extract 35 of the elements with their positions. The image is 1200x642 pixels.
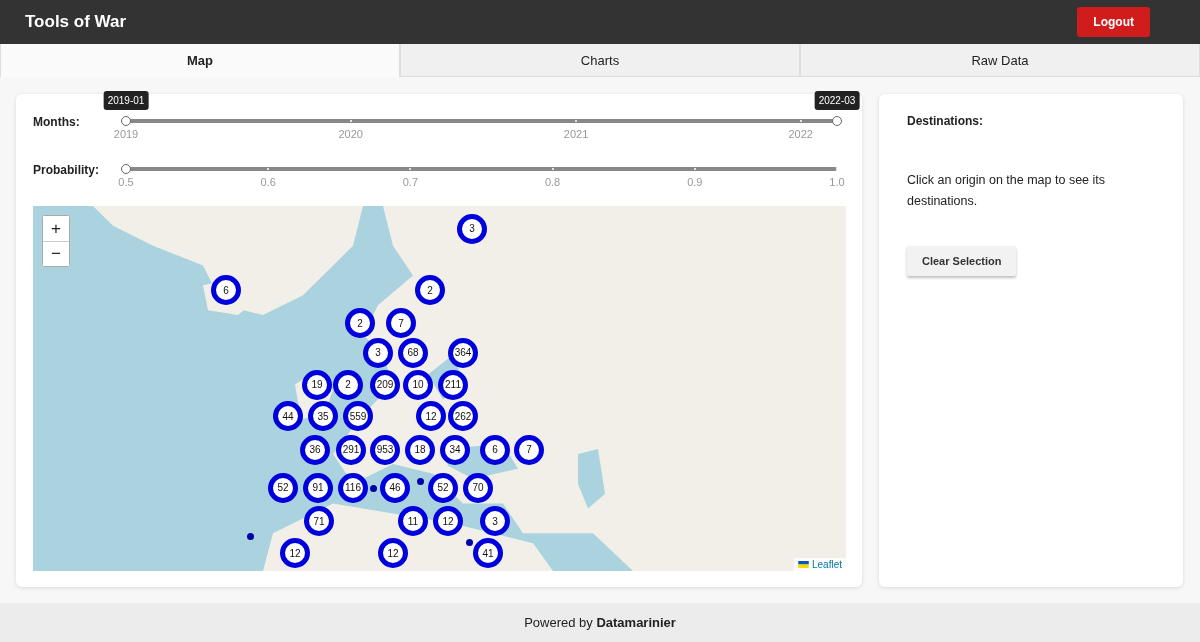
zoom-out-button[interactable]: − [43,241,69,266]
tick-label: 2021 [563,128,589,140]
attribution-link[interactable]: Leaflet [793,558,846,571]
point-marker[interactable] [417,477,424,485]
slider-handle[interactable] [121,116,131,126]
flag-icon [797,561,809,568]
tick-label: 0.6 [260,176,276,188]
tick-label: 0.7 [402,176,419,188]
slider-handle[interactable] [832,116,842,126]
point-marker[interactable] [247,533,254,541]
app-title: Tools of War [25,12,127,32]
value-tooltip: 2019-01 [103,91,149,110]
tick-label: 1.0 [829,176,845,188]
tick-label: 0.5 [118,176,134,188]
logout-button[interactable]: Logout [1077,7,1150,37]
hint-text: Click an origin on the map to see its destinations. [907,172,1107,210]
clear-selection-button[interactable]: Clear Selection [907,246,1017,276]
slider-handle[interactable] [121,164,131,174]
tick-label: 2020 [338,128,363,140]
point-marker[interactable] [370,484,377,492]
slider-track[interactable] [121,116,842,126]
tick-label: 2019 [113,128,139,140]
point-marker[interactable] [466,539,473,547]
panel-title: Destinations: [907,114,984,128]
tick-label: 0.9 [687,176,703,188]
filter-label: Months: [33,115,81,129]
tab[interactable]: Map [0,44,400,77]
tab[interactable]: Charts [400,44,800,77]
filter-label: Probability: [33,163,100,177]
value-tooltip: 2022-03 [814,91,860,110]
footer-text: Powered by Datamarinier [524,615,676,630]
tab[interactable]: Raw Data [800,44,1200,77]
tick-label: 2022 [788,128,813,140]
map[interactable]: + − 3 6 2 2 7 3 68 364 19 2 209 10 211 44 35 559 12 262 36 291 953 18 34 6 7 52 91 116 46 52 70 71 11 12 3 12 12 41 Leaflet [33,206,846,571]
tick-label: 0.8 [544,176,561,188]
